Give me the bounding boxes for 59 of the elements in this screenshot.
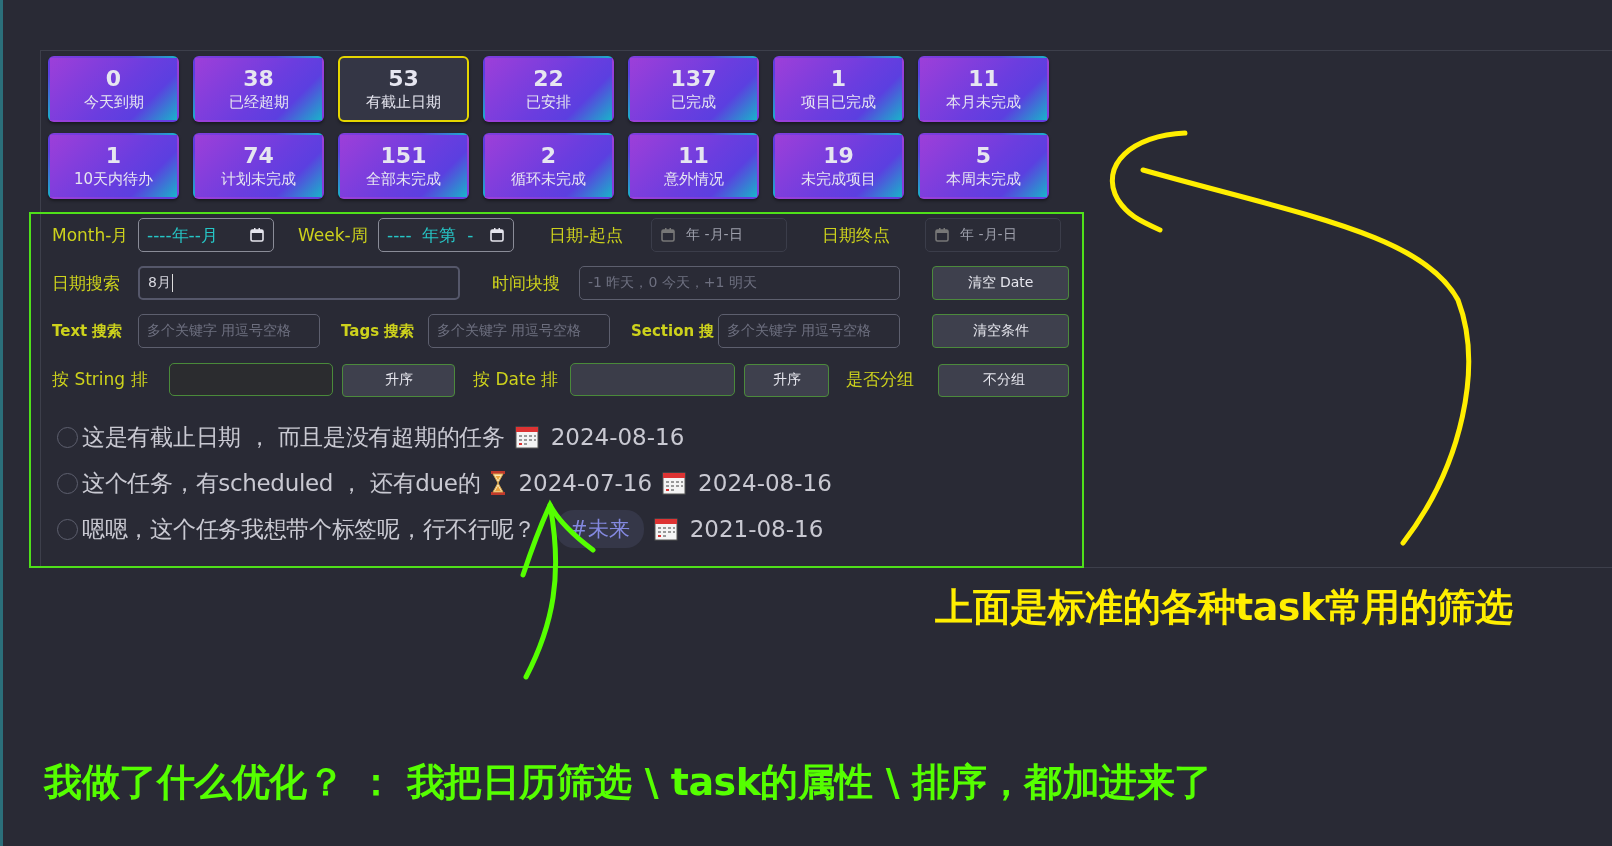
filter-card[interactable]: 151 全部未完成 (338, 133, 469, 199)
text-input[interactable]: 8月 (138, 266, 460, 300)
annotation-text: 我做了什么优化？ ： 我把日历筛选 \ task的属性 \ 排序，都加进来了 (44, 759, 1212, 806)
calendar-icon (934, 227, 950, 243)
calendar-icon (653, 517, 678, 541)
filter-label: Section 搜 (631, 321, 715, 341)
task-text: 这是有截止日期 ， 而且是没有超期的任务 (82, 422, 505, 452)
month-input[interactable]: ----年--月 (138, 218, 274, 252)
filter-button[interactable]: 不分组 (938, 363, 1069, 397)
filter-label: Tags 搜索 (341, 321, 415, 341)
filter-label: 按 Date 排 (473, 367, 559, 391)
task-date: 2024-08-16 (550, 424, 685, 450)
calendar-icon (660, 227, 676, 243)
task-text: 嗯嗯，这个任务我想带个标签呢，行不行呢？ (82, 514, 536, 544)
text-input[interactable]: -1 昨天，0 今天，+1 明天 (579, 266, 900, 300)
filter-label: Text 搜索 (52, 321, 123, 341)
week-input[interactable]: ---- 年第 - (378, 218, 514, 252)
task-date: 2024-07-16 (518, 470, 653, 496)
filter-card[interactable]: 19 未完成项目 (773, 133, 904, 199)
filter-label: 时间块搜 (492, 271, 560, 295)
filter-label: 按 String 排 (52, 367, 148, 391)
filter-card[interactable]: 0 今天到期 (48, 56, 179, 122)
filter-label: 日期搜索 (52, 271, 120, 295)
task-text: 这个任务，有scheduled ， 还有due的 (82, 468, 481, 498)
date-input[interactable]: 年 -月-日 (925, 218, 1061, 252)
filter-card[interactable]: 38 已经超期 (193, 56, 324, 122)
filter-button[interactable]: 清空条件 (932, 314, 1069, 348)
hourglass-icon (490, 470, 507, 496)
filter-card[interactable]: 11 意外情况 (628, 133, 759, 199)
filter-button[interactable]: 升序 (744, 363, 829, 397)
calendar-icon (662, 471, 687, 495)
task-date: 2024-08-16 (698, 470, 832, 496)
date-input[interactable]: 年 -月-日 (651, 218, 787, 252)
annotation-text: 上面是标准的各种task常用的筛选 (935, 584, 1513, 631)
filter-label: Month-月 (52, 223, 129, 247)
filter-label: 是否分组 (846, 367, 914, 391)
text-input[interactable]: 多个关键字 用逗号空格 (428, 314, 610, 348)
filter-card[interactable]: 74 计划未完成 (193, 133, 324, 199)
filter-card[interactable]: 137 已完成 (628, 56, 759, 122)
filter-button[interactable]: 升序 (342, 363, 455, 397)
filter-label: 日期终点 (822, 223, 890, 247)
filter-label: 日期-起点 (549, 223, 624, 247)
calendar-icon (514, 425, 539, 449)
filter-card[interactable]: 1 项目已完成 (773, 56, 904, 122)
filter-card[interactable]: 11 本月未完成 (918, 56, 1049, 122)
calendar-icon[interactable] (489, 227, 505, 243)
filter-card[interactable]: 5 本周未完成 (918, 133, 1049, 199)
filter-card[interactable]: 1 10天内待办 (48, 133, 179, 199)
sort-input[interactable] (169, 362, 333, 396)
filter-card[interactable]: 53 有截止日期 (338, 56, 469, 122)
task-date: 2021-08-16 (689, 516, 824, 542)
filter-label: Week-周 (298, 223, 368, 247)
filter-card[interactable]: 2 循环未完成 (483, 133, 614, 199)
sort-select[interactable] (570, 362, 735, 396)
filter-card[interactable]: 22 已安排 (483, 56, 614, 122)
text-input[interactable]: 多个关键字 用逗号空格 (138, 314, 320, 348)
filter-button[interactable]: 清空 Date (932, 266, 1069, 300)
text-input[interactable]: 多个关键字 用逗号空格 (718, 314, 900, 348)
calendar-icon[interactable] (249, 227, 265, 243)
